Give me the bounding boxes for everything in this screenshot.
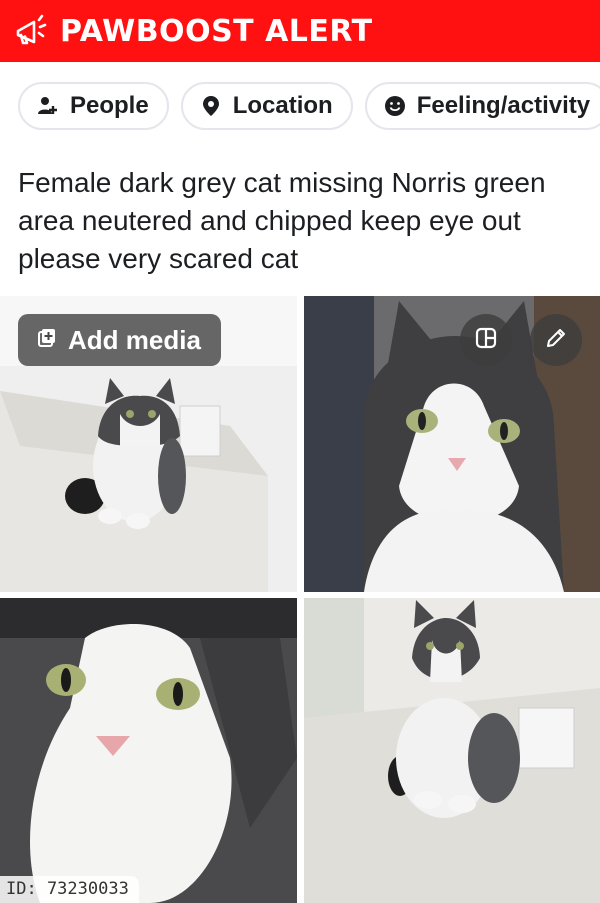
pencil-icon — [544, 326, 568, 355]
location-chip[interactable]: Location — [180, 82, 353, 130]
megaphone-icon — [10, 9, 54, 53]
people-chip-label: People — [70, 92, 149, 119]
alert-header: PAWBOOST ALERT — [0, 0, 600, 62]
pet-id-label: ID: 73230033 — [0, 876, 139, 903]
people-chip[interactable]: People — [18, 82, 169, 130]
cat-photo-3[interactable] — [0, 598, 297, 903]
layout-button[interactable] — [460, 314, 512, 366]
add-photo-icon — [36, 325, 58, 356]
feeling-activity-chip[interactable]: Feeling/activity — [364, 82, 600, 130]
add-media-label: Add media — [68, 324, 201, 355]
alert-title: PAWBOOST ALERT — [60, 13, 373, 49]
composer-chips: People Location Feeling/activity — [18, 82, 600, 130]
edit-button[interactable] — [530, 314, 582, 366]
cat-photo-4[interactable] — [304, 598, 600, 903]
add-media-button[interactable]: Add media — [18, 314, 221, 366]
location-chip-label: Location — [232, 92, 333, 119]
people-icon — [36, 94, 60, 118]
post-text[interactable]: Female dark grey cat missing Norris gree… — [18, 164, 588, 278]
smiley-icon — [383, 94, 407, 118]
feeling-activity-chip-label: Feeling/activity — [416, 92, 591, 119]
layout-grid-icon — [474, 326, 498, 355]
location-pin-icon — [199, 94, 223, 118]
